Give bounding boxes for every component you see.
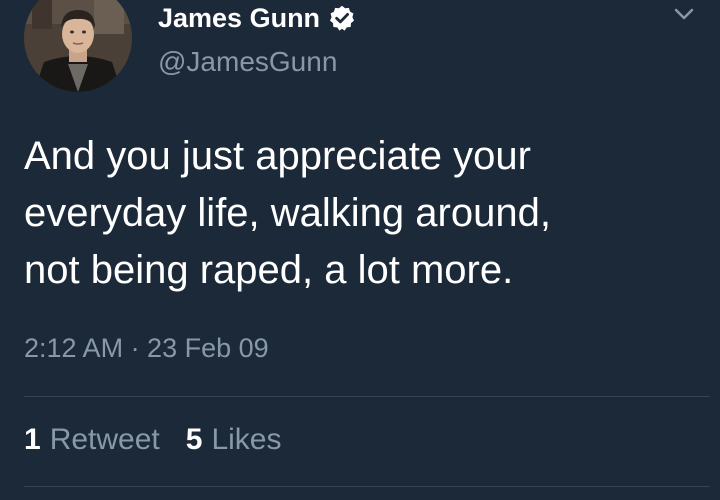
tweet-card: James Gunn @JamesGunn And you just appre…: [0, 0, 720, 500]
tweet-timestamp[interactable]: 2:12 AM · 23 Feb 09: [24, 333, 269, 364]
avatar[interactable]: [24, 0, 132, 92]
profile-photo: [24, 0, 132, 92]
tweet-text-line: not being raped, a lot more.: [24, 248, 514, 292]
likes-label: Likes: [211, 423, 282, 456]
divider: [24, 486, 710, 487]
verified-badge-icon: [328, 4, 356, 32]
divider: [24, 396, 710, 397]
likes-stat[interactable]: 5 Likes: [186, 423, 282, 457]
chevron-down-icon[interactable]: [670, 4, 698, 24]
display-name[interactable]: James Gunn: [158, 3, 320, 34]
tweet-text: And you just appreciate your everyday li…: [24, 128, 704, 299]
retweets-label: Retweet: [49, 423, 160, 456]
tweet-text-line: And you just appreciate your: [24, 134, 531, 178]
author-name-row: James Gunn: [158, 0, 356, 36]
retweets-stat[interactable]: 1 Retweet: [24, 423, 160, 457]
tweet-text-line: everyday life, walking around,: [24, 191, 551, 235]
tweet-stats: 1 Retweet 5 Likes: [24, 423, 307, 457]
retweets-count: 1: [24, 423, 41, 456]
likes-count: 5: [185, 423, 203, 456]
user-handle[interactable]: @JamesGunn: [158, 46, 337, 78]
